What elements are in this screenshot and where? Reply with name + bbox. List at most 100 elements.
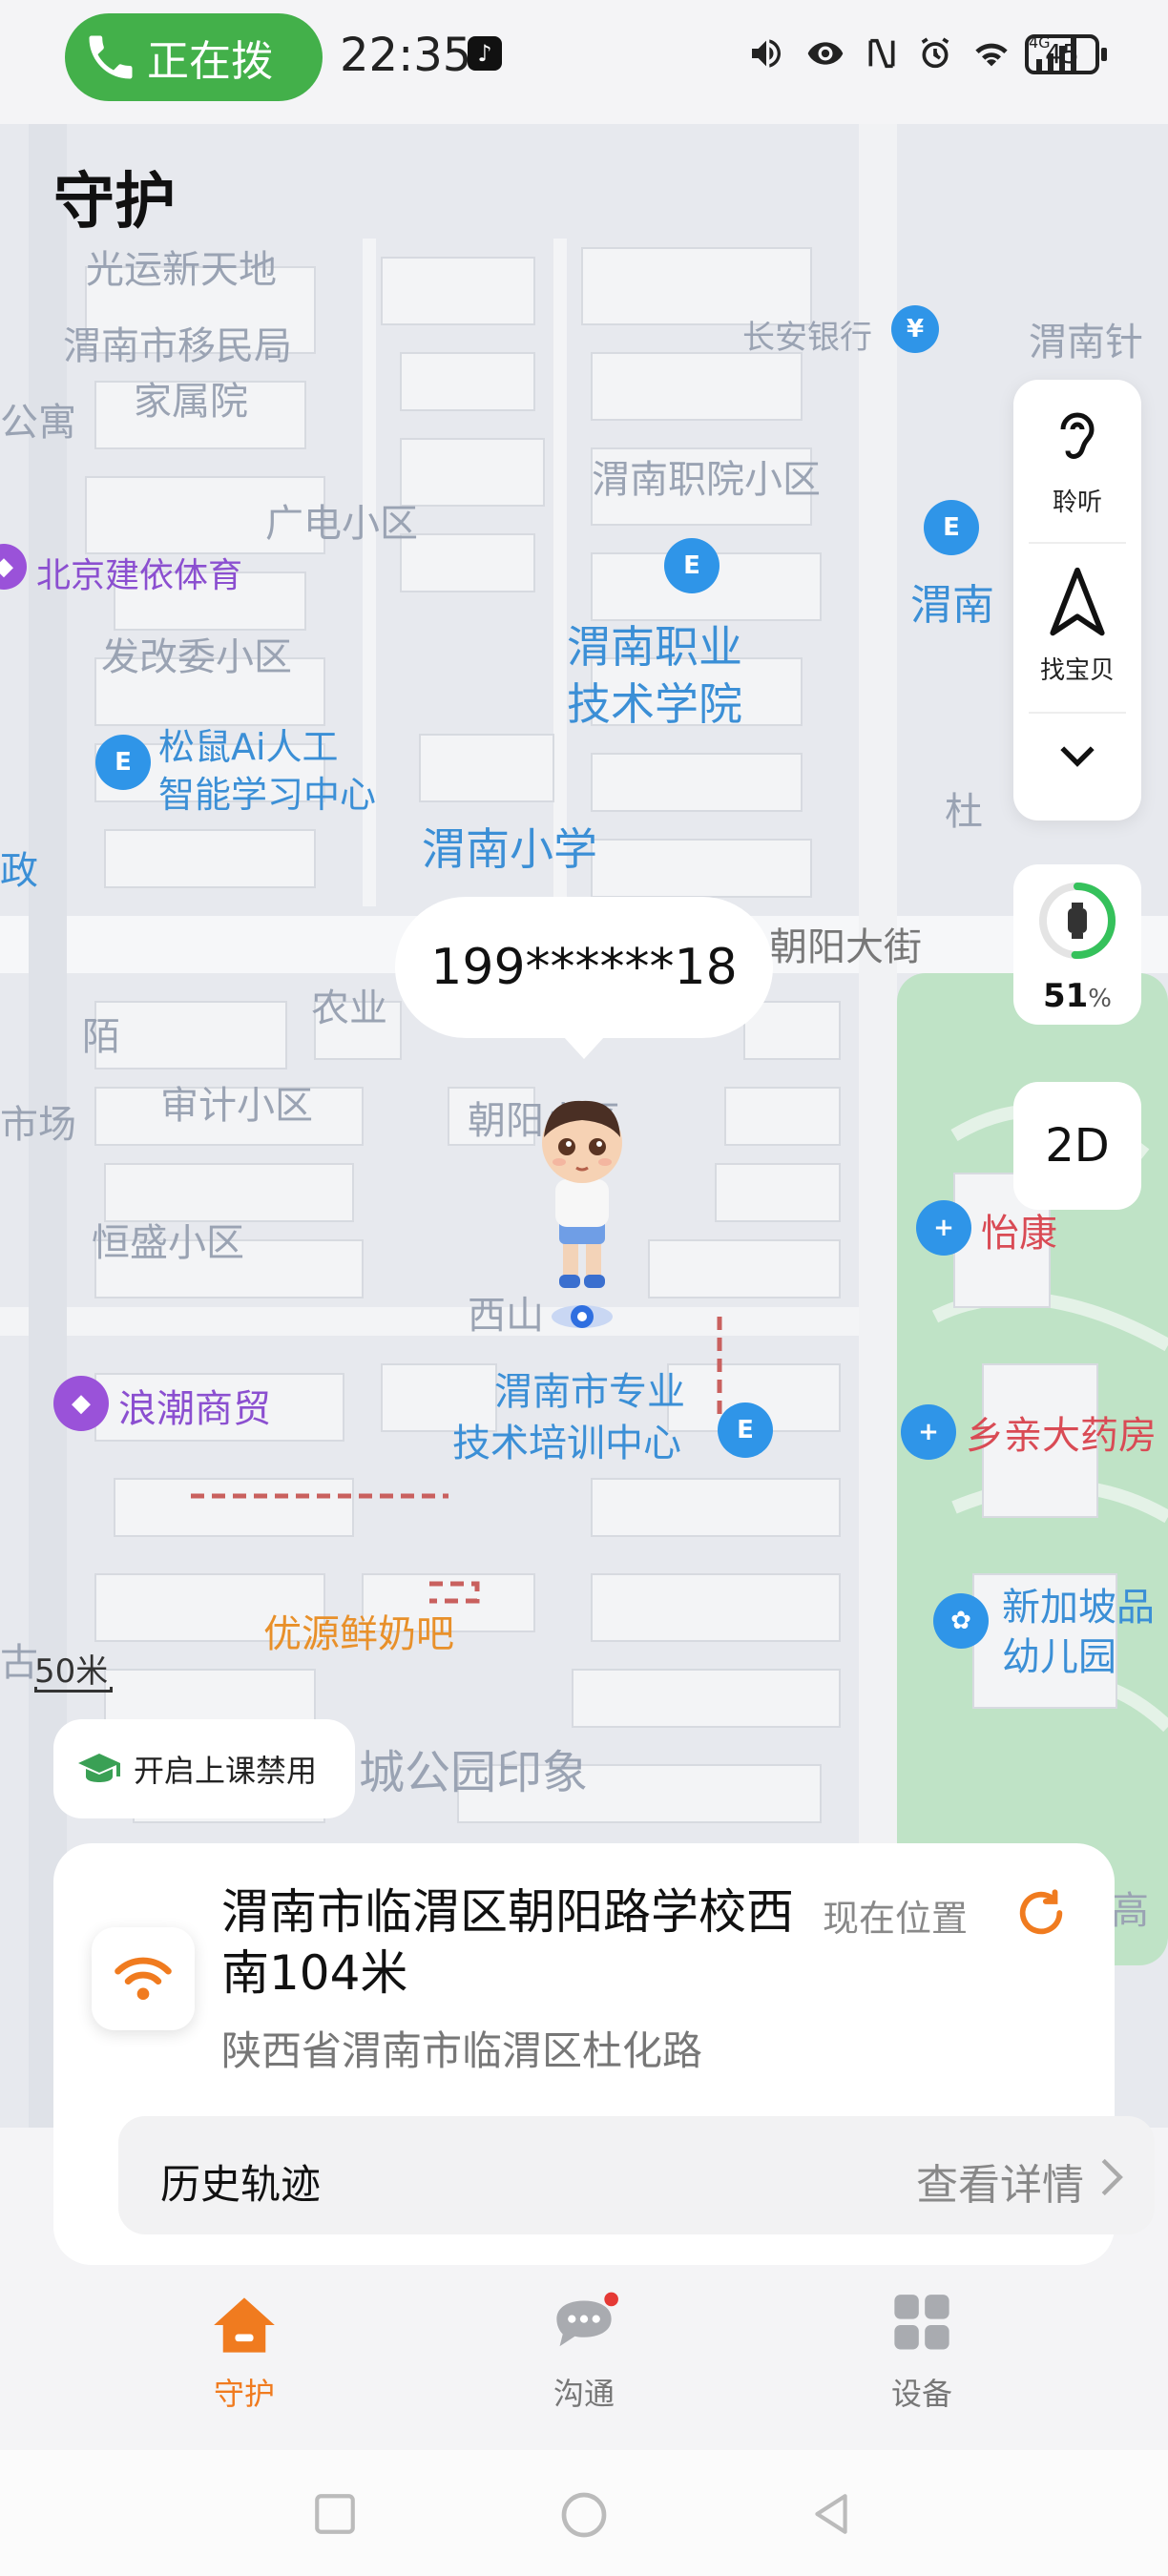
- bank-poi-icon[interactable]: ¥: [891, 305, 939, 353]
- class-mode-label: 开启上课禁用: [134, 1753, 318, 1789]
- unread-dot: [604, 2292, 618, 2307]
- recents-square-icon[interactable]: [311, 2490, 359, 2538]
- location-card: 渭南市临渭区朝阳路学校西南104米 现在位置 陕西省渭南市临渭区杜化路 历史轨迹…: [53, 1843, 1155, 2265]
- map-label: 陌: [82, 1015, 120, 1059]
- map-label: 渭南针: [1029, 321, 1143, 364]
- map-view[interactable]: 光运新天地 渭南市移民局 家属院 公寓 长安银行 ¥ 渭南针 广电小区 渭南职院…: [0, 124, 1168, 2128]
- map-label: 渭南市移民局: [63, 324, 292, 368]
- map-label: 农业: [311, 987, 387, 1030]
- wifi-icon: [975, 43, 1008, 67]
- education-poi-icon[interactable]: E: [95, 735, 151, 790]
- map-label: 古: [0, 1641, 38, 1685]
- map-label: 新加坡品: [1002, 1586, 1155, 1630]
- battery-indicator: 45: [1025, 34, 1107, 74]
- map-label: 技术学院: [567, 678, 742, 730]
- map-label: 幼儿园: [1002, 1635, 1116, 1679]
- chat-bubble-icon: [556, 2292, 618, 2347]
- map-label: 市场: [0, 1103, 76, 1147]
- map-label: 智能学习中心: [158, 774, 377, 816]
- map-label: 北京建依体育: [36, 556, 243, 595]
- listen-button[interactable]: 聆听: [1013, 405, 1141, 518]
- graduation-cap-icon: [78, 1754, 120, 1782]
- call-label: 正在拨: [147, 37, 273, 86]
- tab-device[interactable]: 设备: [826, 2292, 1017, 2414]
- child-avatar[interactable]: [525, 1088, 639, 1345]
- system-nav-bar: [0, 2450, 1168, 2576]
- map-label: 优源鲜奶吧: [263, 1612, 454, 1656]
- map-label: 城公园印象: [359, 1746, 589, 1799]
- phone-icon: [89, 35, 133, 79]
- map-label: 渭南职院小区: [592, 458, 821, 502]
- map-label: 渭南职业: [567, 621, 742, 673]
- history-track-row[interactable]: 历史轨迹 查看详情: [118, 2116, 1155, 2234]
- map-label: 公寓: [0, 401, 76, 445]
- map-label: 光运新天地: [86, 248, 277, 292]
- chevron-down-icon: [1060, 746, 1095, 767]
- map-label: 恒盛小区: [92, 1221, 244, 1265]
- map-label: 发改委小区: [101, 635, 292, 679]
- map-scale-bar: [34, 1687, 113, 1693]
- ongoing-call-pill[interactable]: 正在拨: [65, 13, 323, 101]
- pharmacy-poi-icon[interactable]: +: [901, 1404, 956, 1460]
- chevron-right-icon: [1101, 2158, 1123, 2196]
- map-label: 朝阳大街: [769, 925, 922, 969]
- watch-battery-widget[interactable]: 51%: [1013, 864, 1141, 1025]
- map-label: 广电小区: [265, 502, 418, 546]
- current-position-label: 现在位置: [823, 1898, 969, 1940]
- status-bar: 正在拨 22:35 ♪ 4G 45: [0, 0, 1168, 114]
- tab-label: 守护: [213, 2376, 275, 2412]
- wifi-icon: [115, 1957, 172, 2001]
- view-details-link[interactable]: 查看详情: [916, 2150, 1084, 2212]
- map-label: 渭南市专业: [494, 1370, 685, 1414]
- training-poi-icon[interactable]: E: [718, 1402, 773, 1458]
- nfc-icon: [868, 38, 895, 69]
- refresh-icon[interactable]: [1013, 1885, 1069, 1941]
- ear-icon: [1060, 412, 1095, 459]
- wifi-location-badge: [92, 1927, 195, 2030]
- map-scale-label: 50米: [34, 1652, 109, 1691]
- tab-label: 沟通: [553, 2376, 615, 2412]
- page-title: 守护: [53, 167, 176, 238]
- tab-communicate[interactable]: 沟通: [489, 2292, 679, 2414]
- collapse-tools-button[interactable]: [1013, 729, 1141, 784]
- find-baby-button[interactable]: 找宝贝: [1013, 565, 1141, 686]
- map-label: 审计小区: [160, 1084, 313, 1128]
- back-triangle-icon[interactable]: [807, 2490, 855, 2538]
- listen-label: 聆听: [1052, 488, 1102, 517]
- pharmacy-poi-icon[interactable]: +: [916, 1200, 971, 1256]
- map-label: 渭南: [910, 581, 994, 630]
- clock: 22:35: [340, 29, 472, 82]
- tiktok-icon: ♪: [468, 36, 502, 71]
- device-number-bubble[interactable]: 199******18: [395, 897, 773, 1059]
- map-label: 政: [0, 849, 38, 893]
- map-tool-panel: 聆听 找宝贝: [1013, 380, 1141, 821]
- battery-ring: [1039, 883, 1116, 959]
- map-label: 乡亲大药房: [966, 1414, 1157, 1458]
- school-poi-icon[interactable]: E: [664, 538, 720, 593]
- location-title: 渭南市临渭区朝阳路学校西南104米: [221, 1884, 794, 2001]
- watch-battery-value: 51%: [1042, 977, 1113, 1015]
- school-poi-icon[interactable]: E: [924, 500, 979, 555]
- eye-icon: [807, 42, 844, 65]
- shop-poi-icon[interactable]: ◆: [53, 1376, 109, 1431]
- bottom-tab-bar: 守护 沟通 设备: [0, 2280, 1168, 2450]
- home-icon: [214, 2297, 275, 2353]
- tab-label: 设备: [890, 2376, 952, 2412]
- location-address: 陕西省渭南市临渭区杜化路: [221, 2027, 703, 2074]
- class-mode-button[interactable]: 开启上课禁用: [53, 1719, 355, 1818]
- tool-divider: [1029, 712, 1126, 714]
- map-label: 高: [1111, 1889, 1149, 1933]
- watch-icon: [1068, 908, 1087, 933]
- alarm-icon: [921, 37, 949, 69]
- map-label: 技术培训中心: [452, 1422, 681, 1465]
- map-label: 杜: [945, 790, 983, 834]
- map-label: 渭南小学: [422, 823, 597, 875]
- history-label: 历史轨迹: [160, 2161, 322, 2208]
- map-label: 家属院: [134, 380, 248, 424]
- home-circle-icon[interactable]: [557, 2488, 611, 2542]
- view-mode-toggle[interactable]: 2D: [1013, 1082, 1141, 1210]
- tab-guard[interactable]: 守护: [149, 2292, 340, 2414]
- navigation-arrow-icon: [1050, 567, 1105, 636]
- kindergarten-poi-icon[interactable]: ✿: [933, 1593, 989, 1649]
- grid-apps-icon: [894, 2295, 949, 2350]
